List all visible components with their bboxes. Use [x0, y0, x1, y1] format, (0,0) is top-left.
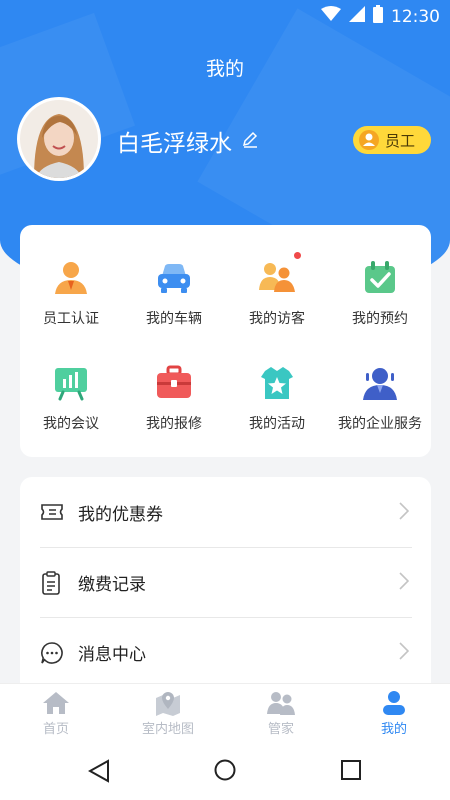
status-time: 12:30: [391, 6, 440, 27]
service-employee-cert[interactable]: 员工认证: [20, 258, 122, 328]
menu-item-label: 缴费记录: [78, 574, 146, 595]
service-my-reservation[interactable]: 我的预约: [329, 258, 431, 328]
tab-label: 管家: [267, 722, 294, 737]
role-label: 员工: [385, 131, 416, 150]
notification-dot: [294, 252, 301, 259]
menu-item-label: 消息中心: [78, 644, 146, 665]
tab-profile[interactable]: 我的: [338, 684, 450, 741]
map-icon: [112, 690, 224, 716]
service-my-repairs[interactable]: 我的报修: [123, 363, 225, 433]
person-icon: [359, 130, 379, 150]
back-icon[interactable]: [87, 759, 110, 787]
battery-icon: [373, 5, 383, 28]
chevron-right-icon: [399, 642, 410, 664]
service-label: 我的车辆: [146, 311, 202, 327]
menu-item-coupons[interactable]: 我的优惠券: [20, 477, 431, 547]
service-label: 我的企业服务: [338, 416, 422, 432]
menu-item-label: 我的优惠券: [78, 504, 163, 525]
status-bar: 12:30: [0, 0, 450, 32]
employee-cert-icon: [51, 258, 91, 298]
menu-item-payment-records[interactable]: 缴费记录: [20, 547, 431, 617]
menu-item-message-center[interactable]: 消息中心: [20, 617, 431, 687]
message-icon: [40, 641, 64, 669]
service-label: 我的活动: [249, 416, 305, 432]
chevron-right-icon: [399, 572, 410, 594]
activity-star-icon: [257, 363, 297, 403]
visitors-icon: [257, 252, 301, 298]
edit-name-icon[interactable]: [241, 131, 259, 153]
service-my-meetings[interactable]: 我的会议: [20, 363, 122, 433]
page-title: 我的: [205, 58, 244, 80]
tab-label: 首页: [42, 722, 69, 737]
coupon-icon: [40, 501, 64, 527]
service-label: 员工认证: [43, 311, 99, 327]
recents-icon[interactable]: [340, 759, 362, 785]
service-my-activities[interactable]: 我的活动: [226, 363, 328, 433]
service-label: 我的预约: [352, 311, 408, 327]
chevron-right-icon: [399, 502, 410, 524]
tab-label: 室内地图: [141, 722, 194, 737]
service-my-vehicle[interactable]: 我的车辆: [123, 258, 225, 328]
toolbox-icon: [154, 363, 194, 403]
home-icon: [0, 690, 112, 716]
meeting-board-icon: [51, 363, 91, 403]
services-card: 员工认证 我的车辆 我的访客 我的预约 我的会议 我的报修 我的活动 我的企业服…: [20, 225, 431, 457]
role-badge: 员工: [353, 126, 431, 154]
clipboard-icon: [40, 571, 62, 599]
signal-icon: [349, 6, 365, 27]
wifi-icon: [321, 6, 341, 27]
profile-icon: [338, 690, 450, 716]
service-enterprise[interactable]: 我的企业服务: [329, 363, 431, 433]
butler-icon: [225, 690, 337, 716]
bottom-tab-bar: 首页 室内地图 管家 我的: [0, 683, 450, 741]
home-circle-icon[interactable]: [214, 759, 236, 785]
calendar-check-icon: [360, 258, 400, 298]
service-my-visitors[interactable]: 我的访客: [226, 252, 328, 328]
avatar[interactable]: [20, 100, 98, 178]
tab-home[interactable]: 首页: [0, 684, 112, 741]
service-label: 我的会议: [43, 416, 99, 432]
car-icon: [154, 258, 194, 298]
system-navigation-bar: [0, 740, 450, 800]
tab-butler[interactable]: 管家: [225, 684, 337, 741]
username: 白毛浮绿水: [117, 131, 232, 157]
service-label: 我的报修: [146, 416, 202, 432]
enterprise-service-icon: [360, 363, 400, 403]
service-label: 我的访客: [249, 311, 305, 327]
tab-indoor-map[interactable]: 室内地图: [112, 684, 224, 741]
tab-label: 我的: [380, 722, 407, 737]
